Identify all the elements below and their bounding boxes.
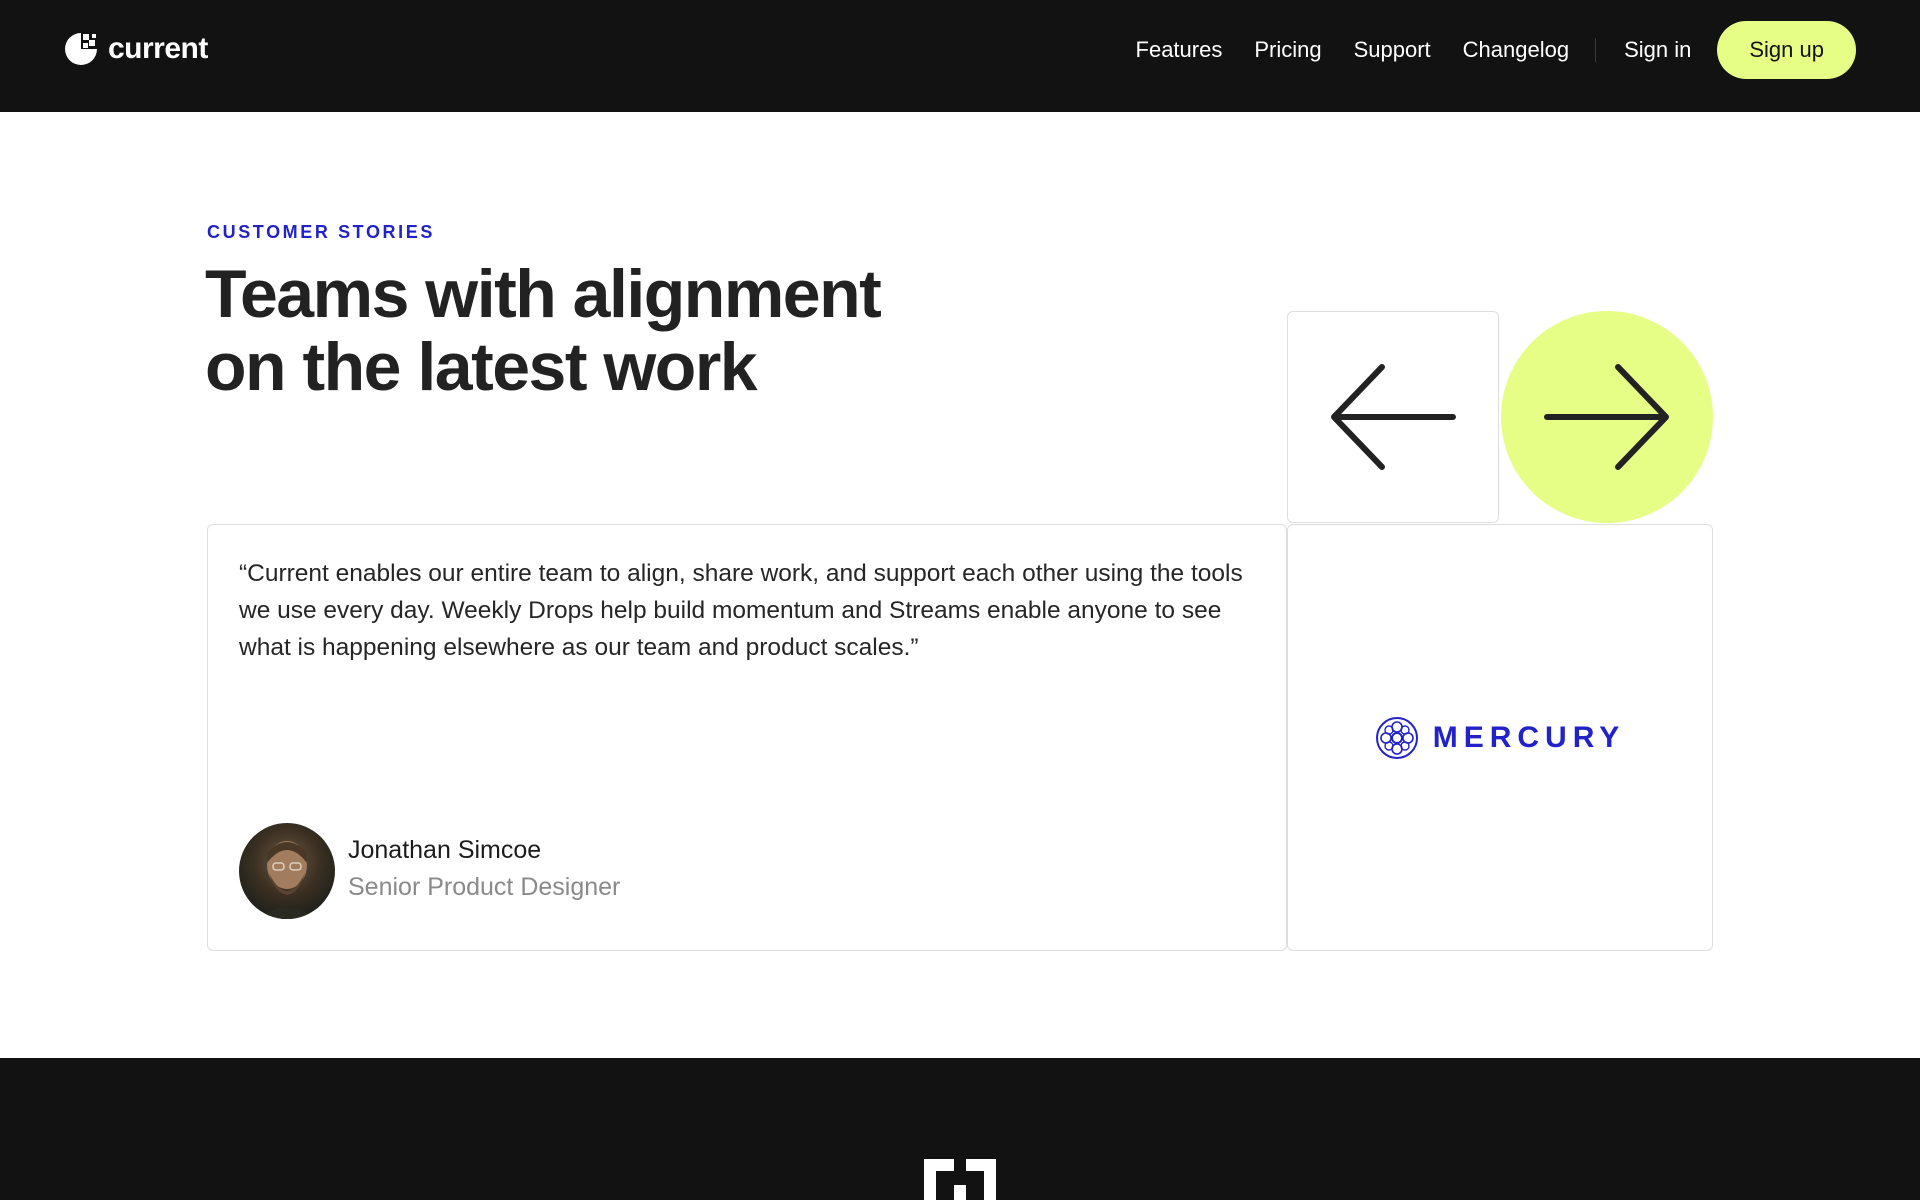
arrow-left-icon	[1331, 364, 1456, 470]
brand-logo-link[interactable]: current	[64, 32, 208, 66]
sign-up-button[interactable]: Sign up	[1717, 21, 1856, 79]
next-story-button[interactable]	[1501, 311, 1713, 523]
previous-story-button[interactable]	[1287, 311, 1499, 523]
sign-in-link[interactable]: Sign in	[1624, 21, 1691, 79]
company-logo-card: MERCURY	[1287, 524, 1713, 951]
main-nav: Features Pricing Support Changelog Sign …	[1136, 21, 1856, 79]
company-logo-text: MERCURY	[1432, 720, 1626, 754]
author-name: Jonathan Simcoe	[348, 836, 542, 864]
nav-link-pricing[interactable]: Pricing	[1254, 21, 1321, 79]
nav-link-support[interactable]: Support	[1354, 21, 1431, 79]
arrow-right-icon	[1544, 364, 1669, 470]
brand-name: current	[108, 32, 208, 65]
nav-link-changelog[interactable]: Changelog	[1463, 21, 1569, 79]
nav-divider	[1595, 38, 1597, 62]
section-headline: Teams with alignment on the latest work	[205, 258, 1105, 404]
nav-link-features[interactable]: Features	[1136, 21, 1223, 79]
headline-line-2: on the latest work	[205, 329, 758, 405]
current-logo-icon	[65, 33, 97, 65]
author-title: Senior Product Designer	[348, 873, 621, 901]
author-photo-icon	[259, 841, 315, 919]
footer-logo-icon	[924, 1159, 996, 1200]
testimonial-quote: “Current enables our entire team to alig…	[239, 560, 1243, 661]
testimonial-card: “Current enables our entire team to alig…	[207, 524, 1287, 951]
section-eyebrow: CUSTOMER STORIES	[207, 222, 435, 242]
mercury-logo-icon	[1375, 716, 1418, 759]
headline-line-1: Teams with alignment	[205, 256, 882, 332]
avatar	[239, 823, 335, 919]
top-navbar: current Features Pricing Support Changel…	[0, 0, 1920, 112]
footer	[0, 1058, 1920, 1200]
